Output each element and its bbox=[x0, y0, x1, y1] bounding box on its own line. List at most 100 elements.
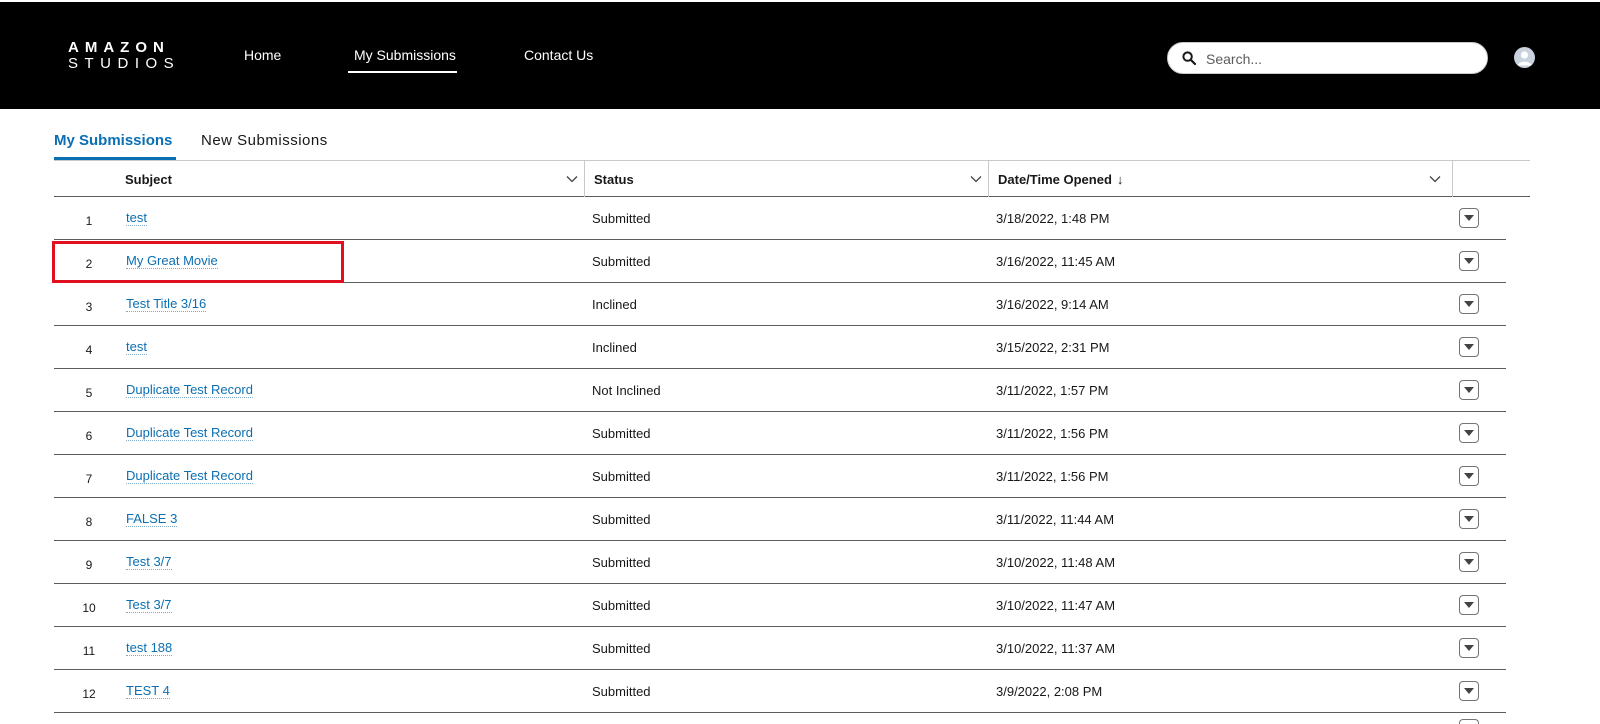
status-cell: Submitted bbox=[592, 254, 651, 269]
user-avatar-icon[interactable] bbox=[1514, 47, 1535, 68]
subject-link[interactable]: Test 3/7 bbox=[126, 597, 172, 613]
table-row: 4 test Inclined 3/15/2022, 2:31 PM bbox=[54, 326, 1506, 369]
row-action-button[interactable] bbox=[1459, 380, 1479, 400]
date-opened-cell: 3/16/2022, 9:14 AM bbox=[996, 297, 1109, 312]
subject-link[interactable]: Duplicate Test Record bbox=[126, 425, 253, 441]
table-row: 11 test 188 Submitted 3/10/2022, 11:37 AM bbox=[54, 627, 1506, 670]
row-number: 8 bbox=[85, 515, 93, 529]
table-row: 1 test Submitted 3/18/2022, 1:48 PM bbox=[54, 197, 1506, 240]
row-number: 12 bbox=[82, 687, 96, 701]
column-header-status[interactable]: Status bbox=[584, 161, 988, 197]
status-cell: Submitted bbox=[592, 211, 651, 226]
table-row: 8 FALSE 3 Submitted 3/11/2022, 11:44 AM bbox=[54, 498, 1506, 541]
date-opened-cell: 3/18/2022, 1:48 PM bbox=[996, 211, 1110, 226]
row-action-dropdown-icon bbox=[1464, 645, 1474, 651]
subject-link[interactable]: test bbox=[126, 210, 147, 226]
row-action-dropdown-icon bbox=[1464, 387, 1474, 393]
status-cell: Submitted bbox=[592, 641, 651, 656]
row-action-button[interactable] bbox=[1459, 423, 1479, 443]
status-cell: Inclined bbox=[592, 297, 637, 312]
date-opened-cell: 3/9/2022, 2:08 PM bbox=[996, 684, 1103, 699]
column-header-date-opened[interactable]: Date/Time Opened ↓ bbox=[988, 161, 1452, 197]
top-navigation-bar: AMAZON STUDIOS Home My Submissions Conta… bbox=[0, 0, 1600, 109]
table-row: 5 Duplicate Test Record Not Inclined 3/11/2… bbox=[54, 369, 1506, 412]
row-number: 6 bbox=[85, 429, 93, 443]
search-input[interactable] bbox=[1206, 47, 1476, 71]
row-action-button-partial[interactable] bbox=[1459, 719, 1479, 724]
subject-link[interactable]: Test 3/7 bbox=[126, 554, 172, 570]
date-opened-cell: 3/15/2022, 2:31 PM bbox=[996, 340, 1110, 355]
date-opened-cell: 3/10/2022, 11:48 AM bbox=[996, 555, 1116, 570]
search-box[interactable] bbox=[1167, 42, 1488, 74]
subject-link[interactable]: test bbox=[126, 339, 147, 355]
row-action-button[interactable] bbox=[1459, 638, 1479, 658]
tab-my-submissions[interactable]: My Submissions bbox=[54, 132, 172, 149]
column-header-subject-label: Subject bbox=[125, 172, 172, 187]
row-action-dropdown-icon bbox=[1464, 516, 1474, 522]
date-opened-cell: 3/10/2022, 11:37 AM bbox=[996, 641, 1116, 656]
status-cell: Submitted bbox=[592, 469, 651, 484]
row-number: 1 bbox=[85, 214, 93, 228]
row-number: 7 bbox=[85, 472, 93, 486]
search-icon bbox=[1182, 51, 1196, 65]
date-opened-cell: 3/11/2022, 11:44 AM bbox=[996, 512, 1115, 527]
table-row: 3 Test Title 3/16 Inclined 3/16/2022, 9:14 … bbox=[54, 283, 1506, 326]
date-opened-cell: 3/11/2022, 1:57 PM bbox=[996, 383, 1109, 398]
chevron-down-icon[interactable] bbox=[1429, 173, 1441, 185]
table-row: 6 Duplicate Test Record Submitted 3/11/2022… bbox=[54, 412, 1506, 455]
logo-line-amazon: AMAZON bbox=[68, 39, 170, 56]
subject-link[interactable]: TEST 4 bbox=[126, 683, 170, 699]
status-cell: Inclined bbox=[592, 340, 637, 355]
row-action-dropdown-icon bbox=[1464, 258, 1474, 264]
row-action-dropdown-icon bbox=[1464, 602, 1474, 608]
subject-link[interactable]: FALSE 3 bbox=[126, 511, 178, 527]
status-cell: Submitted bbox=[592, 598, 651, 613]
nav-my-submissions-link[interactable]: My Submissions bbox=[354, 47, 456, 63]
row-action-dropdown-icon bbox=[1464, 430, 1474, 436]
row-action-dropdown-icon bbox=[1464, 301, 1474, 307]
table-header: Subject Status Date/Time Opened ↓ bbox=[54, 161, 1530, 197]
row-number: 4 bbox=[85, 343, 93, 357]
logo-line-studios: STUDIOS bbox=[68, 55, 181, 72]
chevron-down-icon[interactable] bbox=[970, 173, 982, 185]
row-action-dropdown-icon bbox=[1464, 688, 1474, 694]
status-cell: Submitted bbox=[592, 555, 651, 570]
row-action-dropdown-icon bbox=[1464, 473, 1474, 479]
row-action-button[interactable] bbox=[1459, 466, 1479, 486]
status-cell: Not Inclined bbox=[592, 383, 661, 398]
date-opened-cell: 3/11/2022, 1:56 PM bbox=[996, 469, 1109, 484]
row-action-button[interactable] bbox=[1459, 337, 1479, 357]
subject-link[interactable]: test 188 bbox=[126, 640, 173, 656]
row-action-button[interactable] bbox=[1459, 509, 1479, 529]
row-action-button[interactable] bbox=[1459, 208, 1479, 228]
nav-home-link[interactable]: Home bbox=[244, 47, 281, 63]
sort-descending-icon: ↓ bbox=[1116, 172, 1124, 187]
row-action-button[interactable] bbox=[1459, 681, 1479, 701]
highlight-box bbox=[52, 241, 344, 283]
table-row: 12 TEST 4 Submitted 3/9/2022, 2:08 PM bbox=[54, 670, 1506, 713]
amazon-studios-logo[interactable]: AMAZON STUDIOS bbox=[68, 40, 180, 72]
table-row: 7 Duplicate Test Record Submitted 3/11/2022… bbox=[54, 455, 1506, 498]
column-header-subject[interactable]: Subject bbox=[125, 161, 584, 197]
row-number: 3 bbox=[85, 300, 93, 314]
row-number: 5 bbox=[85, 386, 93, 400]
row-number: 10 bbox=[82, 601, 96, 615]
row-action-dropdown-icon bbox=[1464, 559, 1474, 565]
subject-link[interactable]: Duplicate Test Record bbox=[126, 382, 253, 398]
nav-contact-us-link[interactable]: Contact Us bbox=[524, 47, 593, 63]
subject-link[interactable]: Test Title 3/16 bbox=[126, 296, 207, 312]
status-cell: Submitted bbox=[592, 426, 651, 441]
subject-link[interactable]: Duplicate Test Record bbox=[126, 468, 253, 484]
row-action-dropdown-icon bbox=[1464, 344, 1474, 350]
tab-new-submissions[interactable]: New Submissions bbox=[201, 132, 328, 149]
row-action-button[interactable] bbox=[1459, 595, 1479, 615]
date-opened-cell: 3/10/2022, 11:47 AM bbox=[996, 598, 1116, 613]
nav-active-indicator bbox=[348, 71, 457, 73]
row-action-button[interactable] bbox=[1459, 294, 1479, 314]
column-header-date-label: Date/Time Opened bbox=[998, 172, 1112, 187]
row-number: 9 bbox=[85, 558, 93, 572]
row-action-button[interactable] bbox=[1459, 251, 1479, 271]
chevron-down-icon[interactable] bbox=[566, 173, 578, 185]
row-action-button[interactable] bbox=[1459, 552, 1479, 572]
table-row: 9 Test 3/7 Submitted 3/10/2022, 11:48 AM bbox=[54, 541, 1506, 584]
